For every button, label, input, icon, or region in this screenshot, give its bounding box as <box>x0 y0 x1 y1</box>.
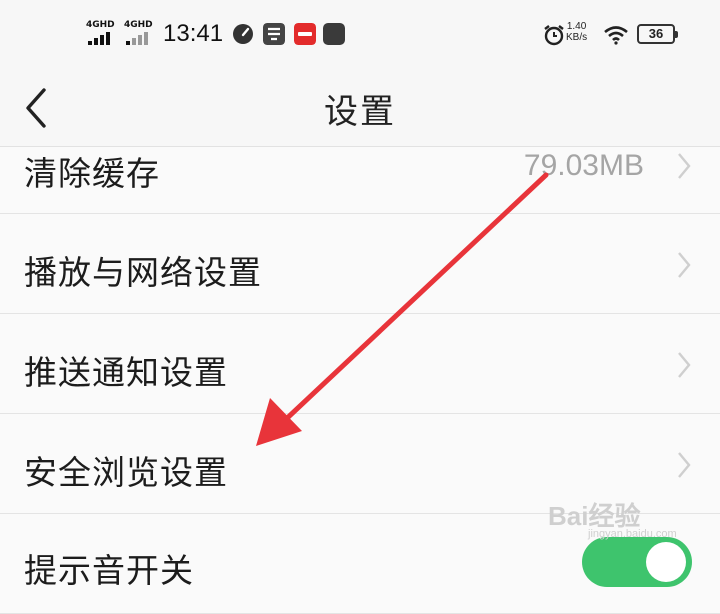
signal-bars-icon <box>126 31 154 45</box>
network-speed: 1.40 KB/s <box>566 21 587 43</box>
settings-item-label: 提示音开关 <box>24 551 194 590</box>
chevron-right-icon <box>678 252 691 278</box>
settings-item-label: 推送通知设置 <box>24 353 228 392</box>
nav-bar: 设置 <box>0 70 720 147</box>
speed-unit: KB/s <box>566 32 588 43</box>
clock: 13:41 <box>163 20 224 47</box>
speedometer-icon <box>233 24 253 44</box>
settings-item-push-notification[interactable]: 推送通知设置 <box>0 314 720 414</box>
speed-value: 1.40 <box>566 21 587 32</box>
battery-icon: 36 <box>637 24 678 44</box>
cache-size-value: 79.03MB <box>523 149 644 182</box>
settings-item-label: 清除缓存 <box>24 154 160 193</box>
signal-bars-icon <box>88 31 116 45</box>
page-title: 设置 <box>324 92 396 132</box>
app-badge-icon <box>263 23 285 45</box>
chevron-right-icon <box>678 352 691 378</box>
settings-item-label: 安全浏览设置 <box>24 453 228 492</box>
settings-item-label: 播放与网络设置 <box>24 253 262 292</box>
chevron-right-icon <box>678 452 691 478</box>
red-app-icon <box>294 23 316 45</box>
watermark: Bai经验 jingyan.baidu.com <box>548 480 708 546</box>
watermark-url: jingyan.baidu.com <box>588 528 677 540</box>
network-type-1: 4GHD <box>86 20 115 30</box>
alarm-icon <box>544 25 564 46</box>
dark-app-icon <box>323 23 345 45</box>
status-bar: 4GHD 4GHD 13:41 1.40 KB/s 36 <box>0 0 720 70</box>
settings-item-clear-cache[interactable]: 清除缓存 79.03MB <box>0 147 720 214</box>
wifi-icon <box>604 26 628 45</box>
toggle-knob <box>646 542 686 582</box>
network-type-2: 4GHD <box>124 20 153 30</box>
chevron-right-icon <box>678 153 691 179</box>
settings-item-playback-network[interactable]: 播放与网络设置 <box>0 214 720 314</box>
